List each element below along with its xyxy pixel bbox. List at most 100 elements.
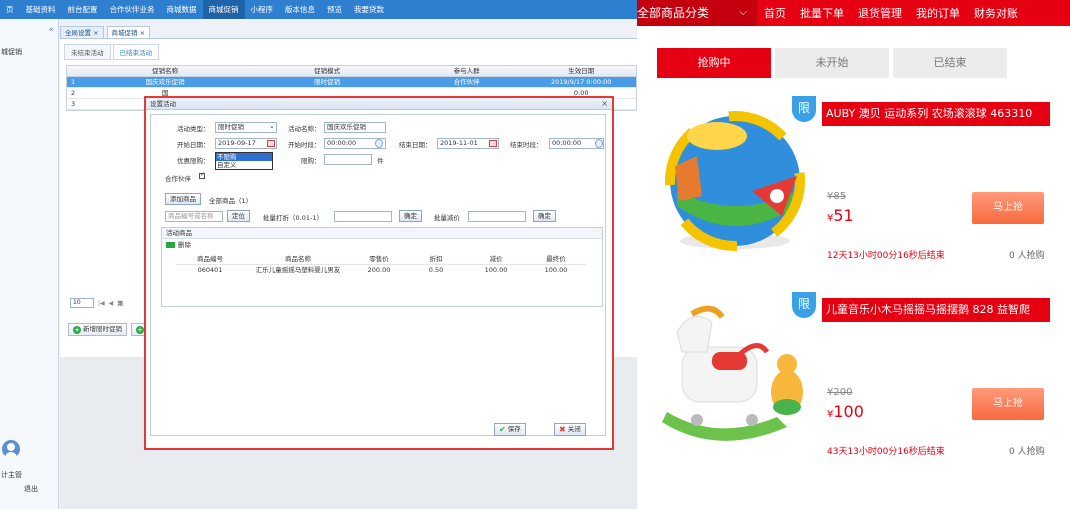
tab-ended-promos[interactable]: 已结束活动 — [112, 44, 159, 60]
rocking-horse-image[interactable] — [657, 292, 817, 462]
limit-label: 优惠限购： — [177, 157, 210, 165]
calendar-icon[interactable] — [489, 140, 497, 147]
close-button[interactable]: ✖ 关闭 — [554, 423, 586, 436]
cell[interactable]: 100.00 — [466, 265, 526, 276]
page-size-select[interactable]: 10 — [70, 298, 94, 308]
buy-now-button[interactable]: 马上抢 — [972, 192, 1044, 224]
delete-icon — [166, 242, 175, 248]
cell: 060401 — [197, 266, 223, 274]
check-icon: ✔ — [499, 425, 506, 434]
col-header: 零售价 — [369, 255, 389, 263]
nav-finance[interactable]: 财务对账 — [967, 5, 1025, 21]
cell[interactable]: 0.50 — [406, 265, 466, 276]
tab-ended[interactable]: 已结束 — [893, 48, 1007, 78]
section-title: 活动商品 — [162, 228, 602, 239]
limit-option[interactable]: 自定义 — [216, 161, 272, 169]
table-row[interactable]: 1 国庆欢乐促销 限时促销 合作伙伴 2019/9/17 0:00:00 — [67, 77, 636, 88]
table-row[interactable]: 060401 汇乐儿童摇摇马塑料婴儿男友 200.00 0.50 100.00 … — [176, 265, 586, 276]
prev-page-icon[interactable]: ◀ — [109, 300, 114, 307]
nav-item-front-config[interactable]: 前台配置 — [62, 0, 104, 19]
all-products-label: 全部商品（1） — [209, 197, 253, 205]
add-flash-promo-button[interactable]: + 新增限时促销 — [68, 323, 127, 336]
chevron-down-icon[interactable]: ⌄ — [269, 122, 275, 130]
delete-button[interactable]: 删除 — [162, 239, 602, 251]
confirm-reduce-button[interactable]: 确定 — [533, 210, 556, 222]
add-product-button[interactable]: 添加商品 — [165, 193, 201, 205]
collapse-icon[interactable]: « — [48, 25, 54, 35]
tab-active-promos[interactable]: 未结束活动 — [64, 44, 111, 60]
user-name: 计主管 — [1, 471, 22, 479]
col-header: 商品名称 — [285, 255, 311, 263]
sale-price-value: 51 — [833, 206, 854, 225]
nav-item-preview[interactable]: 预览 — [321, 0, 348, 19]
cross-icon: ✖ — [559, 425, 566, 434]
grid-header: 促销名称 促销模式 参与人群 生效日期 — [67, 66, 636, 77]
tab-ongoing[interactable]: 抢购中 — [657, 48, 771, 78]
end-time-label: 结束时段： — [510, 141, 543, 149]
grid-col-date[interactable]: 生效日期 — [526, 66, 636, 76]
confirm-discount-button[interactable]: 确定 — [399, 210, 422, 222]
nav-item-mall-promo[interactable]: 商城促销 — [202, 0, 245, 19]
nav-item-loan[interactable]: 我要贷款 — [348, 0, 390, 19]
save-button[interactable]: ✔ 保存 — [494, 423, 526, 436]
pager: 10 |◀ ◀ 第 — [70, 298, 123, 308]
qty-input[interactable] — [324, 154, 372, 165]
sidebar: « 城促销 计主管 退出 — [0, 19, 59, 509]
plus-icon: + — [73, 325, 81, 334]
close-label: 关闭 — [567, 425, 581, 433]
limit-dropdown[interactable]: 不限购 自定义 — [215, 152, 273, 170]
original-price: ¥85 — [827, 191, 847, 202]
nav-home[interactable]: 首页 — [757, 5, 793, 21]
nav-item-basic-data[interactable]: 基础资料 — [20, 0, 62, 19]
search-input[interactable]: 商品编号或名称 — [165, 211, 223, 222]
batch-discount-input[interactable] — [334, 211, 392, 222]
grid-col-name[interactable]: 促销名称 — [83, 66, 247, 76]
qty-unit: 件 — [377, 157, 384, 165]
tab-mall-promo[interactable]: 商城促销 × — [106, 26, 151, 38]
sidebar-item-promo[interactable]: 城促销 — [1, 47, 22, 57]
grid-col-audience[interactable]: 参与人群 — [407, 66, 527, 76]
nav-bulk-order[interactable]: 批量下单 — [793, 5, 851, 21]
cell: 200.00 — [367, 266, 391, 274]
page-label: 第 — [117, 300, 124, 308]
batch-reduce-input[interactable] — [468, 211, 526, 222]
modal-title: 设置活动 — [150, 100, 176, 108]
ball-toy-image[interactable] — [657, 96, 817, 266]
countdown: 43天13小时00分16秒后结束 — [827, 447, 945, 457]
start-date-label: 开始日期： — [177, 141, 210, 149]
nav-my-orders[interactable]: 我的订单 — [909, 5, 967, 21]
nav-item-miniapp[interactable]: 小程序 — [245, 0, 280, 19]
grid-col-mode[interactable]: 促销模式 — [247, 66, 406, 76]
nav-item-mall-data[interactable]: 商城数据 — [161, 0, 203, 19]
top-navbar: 页 基础资料 前台配置 合作伙伴业务 商城数据 商城促销 小程序 版本信息 预览… — [0, 0, 637, 19]
add-flash-promo-label: 新增限时促销 — [83, 325, 122, 333]
buy-now-button[interactable]: 马上抢 — [972, 388, 1044, 420]
calendar-icon[interactable] — [267, 140, 275, 147]
close-icon[interactable]: × — [601, 98, 608, 110]
product-title[interactable]: 儿童音乐小木马摇摇马摇摆鹅 828 益智爬 — [822, 298, 1050, 322]
time-spinner-icon[interactable] — [595, 139, 603, 148]
locate-button[interactable]: 定位 — [227, 210, 250, 222]
batch-discount-label: 批量打折（0.01-1） — [263, 214, 323, 222]
nav-item-version[interactable]: 版本信息 — [279, 0, 321, 19]
qty-label: 限购： — [301, 157, 321, 165]
shop-app: 全部商品分类 ⌵ 首页 批量下单 退货管理 我的订单 财务对账 抢购中 未开始 … — [637, 0, 1070, 509]
nav-item-partner[interactable]: 合作伙伴业务 — [104, 0, 161, 19]
sale-price: ¥100 — [827, 402, 864, 421]
nav-item[interactable]: 页 — [0, 0, 20, 19]
logout-link[interactable]: 退出 — [24, 484, 38, 494]
category-menu[interactable]: 全部商品分类 ⌵ — [637, 0, 757, 26]
type-select[interactable]: 限时促销 — [215, 122, 277, 133]
partner-checkbox[interactable] — [199, 171, 205, 179]
product-table-header: 商品编号 商品名称 零售价 折扣 减价 最终价 — [176, 254, 586, 265]
product-title[interactable]: AUBY 澳贝 运动系列 农场滚滚球 463310 — [822, 102, 1050, 126]
modal-title-bar: 设置活动 × — [146, 98, 612, 110]
chevron-down-icon: ⌵ — [739, 7, 747, 18]
tab-global-settings[interactable]: 全局设置 × — [60, 26, 104, 38]
first-page-icon[interactable]: |◀ — [98, 300, 105, 307]
limit-option[interactable]: 不限购 — [216, 153, 272, 161]
name-input[interactable]: 国庆欢乐促销 — [324, 122, 386, 133]
nav-returns[interactable]: 退货管理 — [851, 5, 909, 21]
tab-upcoming[interactable]: 未开始 — [775, 48, 889, 78]
time-spinner-icon[interactable] — [375, 139, 383, 148]
